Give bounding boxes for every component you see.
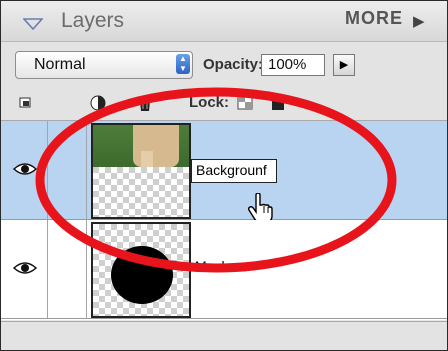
- eye-icon[interactable]: [13, 161, 37, 177]
- opacity-label: Opacity:: [203, 56, 264, 73]
- lock-transparent-icon[interactable]: [237, 94, 253, 110]
- lock-all-icon[interactable]: [271, 94, 285, 110]
- visibility-toggle[interactable]: [1, 220, 48, 318]
- opacity-slider-button[interactable]: ▶: [333, 54, 355, 76]
- blend-opacity-row: Normal ▲ ▼ Opacity: 100% ▶: [1, 42, 447, 86]
- layer-thumbnail[interactable]: [91, 123, 191, 219]
- layers-list: Backgrounf Mask: [1, 121, 447, 320]
- layer-link-cell[interactable]: [48, 121, 125, 219]
- layer-row-background[interactable]: Backgrounf: [1, 121, 447, 223]
- panel-bottom-bar: [1, 321, 447, 350]
- blend-mode-stepper-icon[interactable]: ▲ ▼: [176, 54, 190, 74]
- panel-title[interactable]: Layers: [61, 9, 124, 33]
- opacity-input[interactable]: 100%: [261, 54, 325, 76]
- layer-name-text: Mask: [195, 258, 229, 274]
- layers-panel: Layers MORE ▶ Normal ▲▼ Opacity: 100% ▶: [0, 0, 448, 351]
- new-layer-icon[interactable]: [17, 94, 33, 110]
- hand-cursor-icon: [247, 193, 273, 223]
- visibility-toggle[interactable]: [1, 121, 48, 219]
- panel-collapse-icon[interactable]: [23, 18, 43, 30]
- layer-link-cell[interactable]: [48, 220, 126, 318]
- lock-label: Lock:: [189, 94, 230, 111]
- layer-name-text: Backgrounf: [196, 162, 267, 178]
- opacity-value: 100%: [268, 56, 307, 73]
- thumbnail-photo: [93, 125, 189, 167]
- adjustment-layer-icon[interactable]: [89, 94, 115, 112]
- trash-icon[interactable]: [137, 94, 153, 112]
- blend-mode-value: Normal: [34, 56, 86, 73]
- more-button[interactable]: MORE: [345, 8, 403, 29]
- layer-tools-row: Lock:: [1, 86, 447, 121]
- layer-name-input[interactable]: Backgrounf: [191, 159, 277, 183]
- layer-row-mask[interactable]: Mask: [1, 220, 447, 319]
- layer-thumbnail[interactable]: [91, 222, 191, 318]
- panel-titlebar: Layers MORE ▶: [1, 1, 447, 42]
- more-arrow-icon[interactable]: ▶: [413, 12, 425, 30]
- blend-mode-select[interactable]: Normal ▲ ▼: [15, 51, 193, 79]
- thumbnail-circle: [111, 246, 173, 304]
- eye-icon[interactable]: [13, 260, 37, 276]
